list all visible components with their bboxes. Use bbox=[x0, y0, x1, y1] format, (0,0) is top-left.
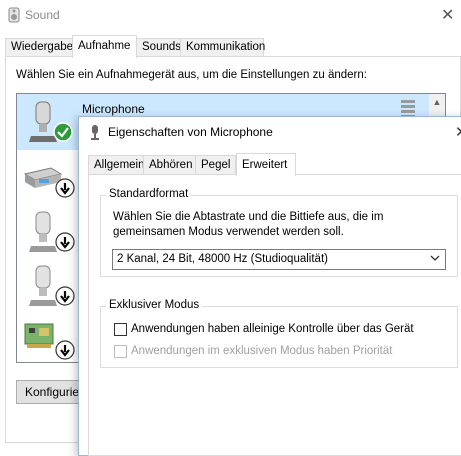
tab-abhoeren[interactable]: Abhören bbox=[143, 155, 196, 175]
default-check-icon bbox=[53, 122, 73, 142]
allow-exclusive-label: Anwendungen haben alleinige Kontrolle üb… bbox=[131, 323, 414, 335]
close-button[interactable]: ✕ bbox=[441, 5, 454, 24]
properties-dialog: Eigenschaften von Microphone ✕ Allgemein… bbox=[78, 116, 461, 456]
format-description-line1: Wählen Sie die Abtastrate und die Bittie… bbox=[113, 211, 384, 223]
allow-exclusive-checkbox[interactable] bbox=[114, 323, 127, 336]
disabled-arrow-icon bbox=[55, 178, 75, 198]
tab-sounds[interactable]: Sounds bbox=[136, 38, 181, 57]
tab-erweitert[interactable]: Erweitert bbox=[236, 153, 296, 176]
scroll-up-icon[interactable]: ▲ bbox=[429, 94, 445, 110]
title-bar[interactable]: Sound ✕ bbox=[0, 0, 461, 30]
exclusive-priority-checkbox[interactable] bbox=[114, 345, 127, 358]
tab-pegel[interactable]: Pegel bbox=[195, 155, 236, 175]
tab-allgemein[interactable]: Allgemein bbox=[88, 155, 145, 175]
dialog-title: Eigenschaften von Microphone bbox=[108, 125, 273, 139]
disabled-arrow-icon bbox=[55, 340, 75, 360]
advanced-panel: Standardformat Wählen Sie die Abtastrate… bbox=[88, 174, 461, 456]
format-dropdown-value: 2 Kanal, 24 Bit, 48000 Hz (Studioqualitä… bbox=[117, 253, 328, 265]
format-description-line2: gemeinsamen Modus verwendet werden soll. bbox=[113, 226, 344, 238]
format-dropdown[interactable]: 2 Kanal, 24 Bit, 48000 Hz (Studioqualitä… bbox=[112, 249, 446, 270]
instruction-text: Wählen Sie ein Aufnahmegerät aus, um die… bbox=[16, 69, 367, 81]
disabled-arrow-icon bbox=[55, 232, 75, 252]
tab-kommunikation[interactable]: Kommunikation bbox=[180, 38, 265, 57]
exclusive-mode-group bbox=[100, 306, 458, 368]
tab-wiedergabe[interactable]: Wiedergabe bbox=[5, 38, 73, 57]
chevron-down-icon bbox=[430, 255, 440, 261]
exclusive-priority-label: Anwendungen im exklusiven Modus haben Pr… bbox=[131, 345, 393, 357]
window-title: Sound bbox=[25, 8, 60, 22]
dialog-close-button[interactable]: ✕ bbox=[455, 123, 461, 141]
standard-format-label: Standardformat bbox=[106, 188, 192, 200]
microphone-icon bbox=[91, 125, 99, 140]
exclusive-mode-label: Exklusiver Modus bbox=[106, 299, 203, 311]
tab-aufnahme[interactable]: Aufnahme bbox=[72, 35, 137, 58]
disabled-arrow-icon bbox=[55, 286, 75, 306]
speaker-icon bbox=[8, 7, 20, 23]
device-name: Microphone bbox=[82, 102, 145, 116]
